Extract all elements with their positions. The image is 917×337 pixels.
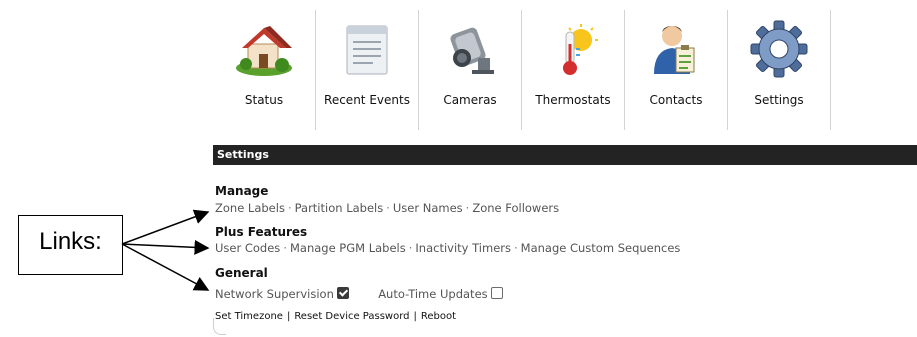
arrow-to-manage	[121, 209, 210, 245]
arrow-to-plus-features	[121, 239, 210, 255]
arrow-to-general	[121, 243, 210, 291]
annotation-arrows	[121, 209, 210, 291]
